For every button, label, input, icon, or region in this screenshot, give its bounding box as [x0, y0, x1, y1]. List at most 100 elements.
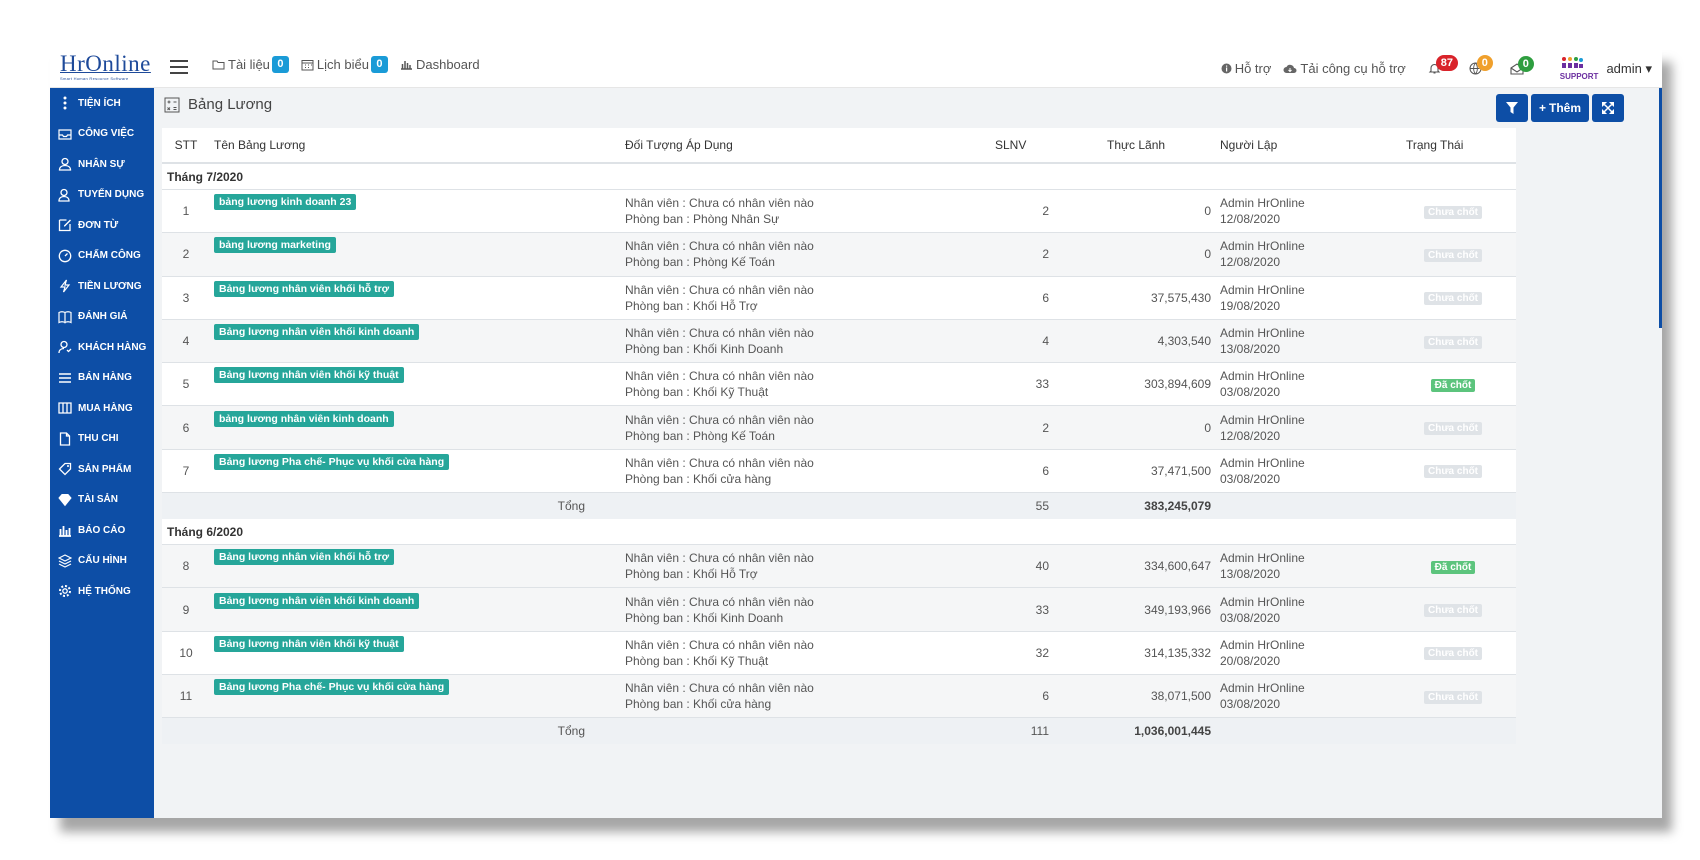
mail-notifications[interactable]: 0: [1510, 55, 1534, 75]
user-menu[interactable]: admin ▾: [1606, 61, 1652, 77]
support-link[interactable]: Hỗ trợ: [1221, 61, 1271, 76]
payroll-name-link[interactable]: Bảng lương nhân viên khối kinh doanh: [214, 592, 420, 609]
nav-tai-lieu[interactable]: Tài liệu 0: [212, 56, 289, 73]
sidebar-item-report[interactable]: BÁO CÁO: [50, 515, 154, 546]
row-net-pay: 38,071,500: [1150, 689, 1211, 704]
creator-cell: Admin HrOnline 13/08/2020: [1215, 325, 1390, 357]
payroll-name-link[interactable]: bảng lương nhân viên kinh doanh: [214, 410, 394, 427]
created-date: 13/08/2020: [1220, 342, 1281, 357]
col-status[interactable]: Trạng Thái: [1390, 138, 1516, 152]
add-button[interactable]: + Thêm: [1530, 94, 1589, 122]
clock-icon: [58, 249, 72, 263]
target-department: Phòng ban : Phòng Kế Toán: [625, 428, 775, 443]
row-stt: 4: [182, 334, 190, 349]
sidebar-item-customer[interactable]: KHÁCH HÀNG: [50, 332, 154, 363]
row-slnv: 2: [1042, 420, 1049, 435]
payroll-name-link[interactable]: Bảng lương nhân viên khối hỗ trợ: [214, 549, 395, 566]
col-target[interactable]: Đối Tượng Áp Dụng: [625, 137, 915, 153]
col-creator[interactable]: Người Lập: [1215, 137, 1390, 153]
sidebar-item-tag[interactable]: SẢN PHẨM: [50, 454, 154, 485]
scrollbar[interactable]: [1659, 88, 1662, 328]
nav-dashboard[interactable]: Dashboard: [400, 57, 480, 72]
notification-bell[interactable]: 87: [1428, 55, 1459, 75]
sidebar-item-diamond[interactable]: TÀI SẢN: [50, 485, 154, 516]
logo[interactable]: HrOnline Smart Human Resource Software: [60, 52, 155, 84]
creator-name: Admin HrOnline: [1220, 326, 1305, 341]
payroll-name-link[interactable]: Bảng lương nhân viên khối kinh doanh: [214, 324, 420, 341]
payroll-name-link[interactable]: Bảng lương nhân viên khối kỹ thuật: [214, 367, 404, 384]
table-row[interactable]: 8 Bảng lương nhân viên khối hỗ trợ Nhân vi…: [162, 545, 1516, 589]
creator-cell: Admin HrOnline 03/08/2020: [1215, 594, 1390, 626]
nav-lich-bieu[interactable]: Lịch biểu 0: [301, 56, 388, 73]
support-people-icon: [1561, 57, 1583, 68]
table-row[interactable]: 5 Bảng lương nhân viên khối kỹ thuật Nhân …: [162, 363, 1516, 407]
download-tools-link[interactable]: Tải công cụ hỗ trợ: [1283, 61, 1406, 76]
row-slnv: 32: [1035, 645, 1049, 660]
sidebar-item-bolt[interactable]: TIỀN LƯƠNG: [50, 271, 154, 302]
sidebar-item-clock[interactable]: CHẤM CÔNG: [50, 241, 154, 272]
status-badge: Chưa chốt: [1423, 690, 1483, 704]
table-row[interactable]: 9 Bảng lương nhân viên khối kinh doanh Nhâ…: [162, 588, 1516, 632]
sidebar-item-columns[interactable]: MUA HÀNG: [50, 393, 154, 424]
row-slnv: 33: [1035, 377, 1049, 392]
table-row[interactable]: 4 Bảng lương nhân viên khối kinh doanh Nhâ…: [162, 319, 1516, 364]
row-slnv: 4: [1042, 334, 1049, 349]
row-stt: 7: [182, 463, 190, 478]
sidebar-item-layers[interactable]: CẤU HÌNH: [50, 546, 154, 577]
table-row[interactable]: 1 bảng lương kinh doanh 23 Nhân viên : Chư…: [162, 190, 1516, 234]
row-net-pay: 37,575,430: [1150, 290, 1211, 305]
col-net-pay[interactable]: Thực Lãnh: [1055, 138, 1215, 152]
target-employee: Nhân viên : Chưa có nhân viên nào: [625, 412, 814, 427]
table-row[interactable]: 11 Bảng lương Pha chế- Phục vụ khối cửa h…: [162, 674, 1516, 719]
support-logo[interactable]: SUPPORT: [1560, 56, 1598, 81]
total-net-pay: 1,036,001,445: [1134, 724, 1211, 739]
filter-icon: [1505, 102, 1518, 114]
filter-button[interactable]: [1495, 94, 1528, 122]
col-name[interactable]: Tên Bảng Lương: [210, 138, 625, 152]
payroll-name-link[interactable]: bảng lương marketing: [214, 237, 336, 254]
col-stt[interactable]: STT: [162, 138, 210, 152]
count-badge: 0: [370, 56, 388, 73]
payroll-name-link[interactable]: Bảng lương nhân viên khối hỗ trợ: [214, 280, 395, 297]
sidebar-item-edit[interactable]: ĐƠN TỪ: [50, 210, 154, 241]
sidebar-item-label: TÀI SẢN: [78, 494, 118, 506]
table-row[interactable]: 6 bảng lương nhân viên kinh doanh Nhân viê…: [162, 406, 1516, 450]
table-row[interactable]: 7 Bảng lương Pha chế- Phục vụ khối cửa hà…: [162, 450, 1516, 494]
sidebar-item-book[interactable]: ĐÁNH GIÁ: [50, 302, 154, 333]
sidebar-item-dots[interactable]: TIỆN ÍCH: [50, 88, 154, 119]
sidebar-item-gear[interactable]: HỆ THỐNG: [50, 576, 154, 607]
row-slnv: 6: [1042, 689, 1049, 704]
table-row[interactable]: 10 Bảng lương nhân viên khối kỹ thuật Nhân…: [162, 632, 1516, 675]
sidebar-item-user-add[interactable]: TUYỂN DỤNG: [50, 180, 154, 211]
target-department: Phòng ban : Khối cửa hàng: [625, 697, 772, 712]
table-row[interactable]: 3 Bảng lương nhân viên khối hỗ trợ Nhân vi…: [162, 277, 1516, 320]
creator-name: Admin HrOnline: [1220, 681, 1305, 696]
row-net-pay: 334,600,647: [1144, 559, 1211, 574]
mail-badge: 0: [1517, 55, 1534, 72]
payroll-name-link[interactable]: bảng lương kinh doanh 23: [214, 194, 357, 211]
sidebar-item-file[interactable]: THU CHI: [50, 424, 154, 455]
menu-toggle-icon[interactable]: [170, 60, 188, 74]
globe-notifications[interactable]: 0: [1469, 55, 1493, 75]
created-date: 03/08/2020: [1220, 697, 1281, 712]
table-row[interactable]: 2 bảng lương marketing Nhân viên : Chưa có…: [162, 233, 1516, 277]
target-cell: Nhân viên : Chưa có nhân viên nào Phòng b…: [625, 637, 915, 669]
sidebar-item-label: TUYỂN DỤNG: [78, 189, 145, 201]
target-cell: Nhân viên : Chưa có nhân viên nào Phòng b…: [625, 550, 915, 582]
fullscreen-button[interactable]: [1592, 94, 1624, 122]
payroll-name-link[interactable]: Bảng lương Pha chế- Phục vụ khối cửa hàn…: [214, 453, 450, 470]
sidebar-item-label: SẢN PHẨM: [78, 463, 132, 475]
status-badge: Chưa chốt: [1423, 335, 1483, 349]
sidebar-item-user[interactable]: NHÂN SỰ: [50, 149, 154, 180]
row-slnv: 2: [1042, 204, 1049, 219]
sidebar-item-list[interactable]: BÁN HÀNG: [50, 363, 154, 394]
col-slnv[interactable]: SLNV: [915, 138, 1055, 152]
main-content: Bảng Lương + Thêm STT Tên Bảng Lương Đối …: [154, 88, 1662, 818]
top-bar: HrOnline Smart Human Resource Software T…: [50, 48, 1662, 88]
sidebar-item-inbox[interactable]: CÔNG VIỆC: [50, 119, 154, 150]
payroll-name-link[interactable]: Bảng lương Pha chế- Phục vụ khối cửa hàn…: [214, 679, 450, 696]
status-badge: Đã chốt: [1430, 378, 1476, 392]
row-stt: 10: [179, 645, 193, 660]
creator-cell: Admin HrOnline 13/08/2020: [1215, 550, 1390, 582]
payroll-name-link[interactable]: Bảng lương nhân viên khối kỹ thuật: [214, 635, 404, 652]
